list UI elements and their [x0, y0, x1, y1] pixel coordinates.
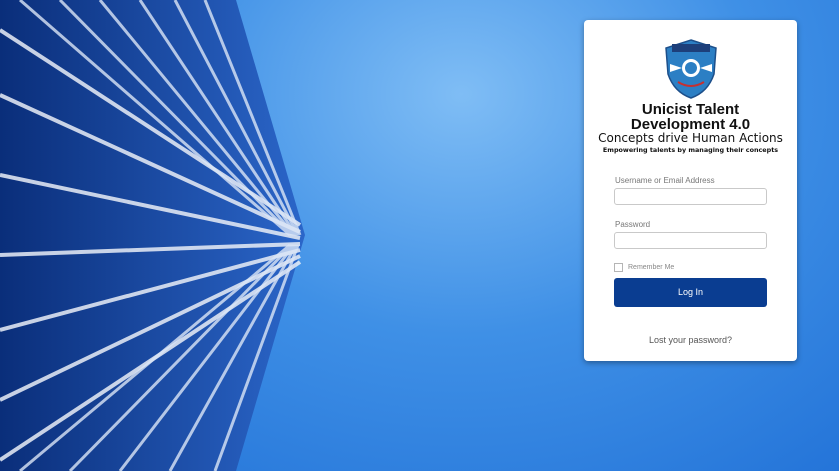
eagle-shield-logo-icon [665, 39, 717, 99]
username-field[interactable] [614, 188, 767, 205]
app-title: Unicist Talent Development 4.0 [584, 102, 797, 132]
remember-me-checkbox[interactable] [614, 263, 623, 272]
app-tagline: Empowering talents by managing their con… [602, 146, 779, 154]
app-title-line2: Development 4.0 [630, 116, 751, 133]
login-button[interactable]: Log In [614, 278, 767, 307]
lost-password-link[interactable]: Lost your password? [584, 335, 797, 345]
username-label: Username or Email Address [615, 176, 715, 185]
login-card: Unicist Talent Development 4.0 Concepts … [584, 20, 797, 361]
password-label: Password [615, 220, 651, 229]
app-title-line1: Unicist Talent [641, 101, 740, 118]
remember-me-label[interactable]: Remember Me [628, 264, 674, 271]
password-field[interactable] [614, 232, 767, 249]
app-subtitle: Concepts drive Human Actions [598, 131, 783, 145]
